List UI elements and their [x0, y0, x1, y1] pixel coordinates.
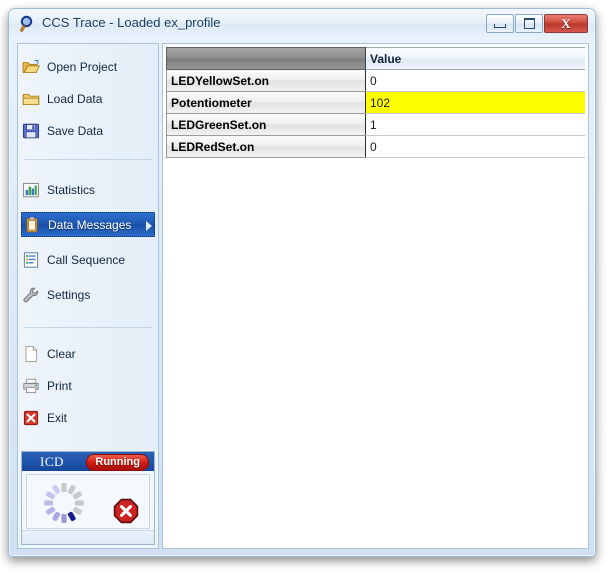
printer-icon [21, 376, 41, 396]
table-row[interactable]: LEDGreenSet.on 1 [166, 113, 585, 136]
list-icon [21, 250, 41, 270]
sidebar-item-label: Print [47, 378, 72, 393]
data-messages-table: Value LEDYellowSet.on 0 Potentiometer 10… [166, 47, 585, 158]
close-button[interactable]: X [544, 14, 588, 33]
stop-button-icon[interactable] [113, 498, 139, 529]
sidebar-item-call-sequence[interactable]: Call Sequence [21, 247, 155, 272]
sidebar-item-label: Load Data [47, 91, 103, 106]
icd-panel-footer [22, 530, 154, 544]
content-panel: Value LEDYellowSet.on 0 Potentiometer 10… [162, 43, 589, 549]
desktop-background: CCS Trace - Loaded ex_profile X Open Pro… [0, 0, 612, 573]
data-messages-table-wrapper[interactable]: Value LEDYellowSet.on 0 Potentiometer 10… [166, 47, 585, 545]
open-folder-icon [21, 57, 41, 77]
sidebar-item-statistics[interactable]: Statistics [21, 177, 155, 202]
sidebar-divider-2 [24, 327, 152, 328]
title-bar: CCS Trace - Loaded ex_profile X [9, 9, 595, 39]
sidebar-item-label: Statistics [47, 182, 96, 197]
window-controls: X [486, 14, 588, 33]
sidebar-item-save-data[interactable]: Save Data [21, 118, 155, 143]
sidebar-item-open-project[interactable]: Open Project [21, 54, 155, 79]
sidebar-divider-1 [24, 159, 152, 160]
sidebar-item-print[interactable]: Print [21, 373, 155, 398]
blank-page-icon [21, 344, 41, 364]
sidebar-nav: Open Project Load Data Save Data Statist… [18, 44, 158, 450]
sidebar-item-label: Call Sequence [47, 252, 126, 267]
icd-panel-body [26, 474, 150, 529]
folder-icon [21, 89, 41, 109]
table-row[interactable]: LEDYellowSet.on 0 [166, 69, 585, 92]
magnifier-icon [19, 15, 37, 33]
table-header-row: Value [166, 47, 585, 70]
sidebar-item-label: Data Messages [48, 217, 132, 232]
minimize-button[interactable] [486, 14, 514, 33]
row-label: LEDRedSet.on [166, 135, 366, 158]
icd-panel: ICD Running [21, 451, 155, 545]
row-value[interactable]: 102 [365, 91, 585, 114]
sidebar-item-clear[interactable]: Clear [21, 341, 155, 366]
row-label: Potentiometer [166, 91, 366, 114]
column-header-value[interactable]: Value [365, 47, 585, 70]
table-row[interactable]: LEDRedSet.on 0 [166, 135, 585, 158]
sidebar-item-label: Settings [47, 287, 91, 302]
sidebar-item-label: Clear [47, 346, 76, 361]
table-row[interactable]: Potentiometer 102 [166, 91, 585, 114]
maximize-button[interactable] [515, 14, 543, 33]
loading-spinner-icon [39, 478, 89, 533]
sidebar: Open Project Load Data Save Data Statist… [17, 43, 159, 549]
sidebar-item-exit[interactable]: Exit [21, 405, 155, 430]
application-window: CCS Trace - Loaded ex_profile X Open Pro… [8, 8, 596, 557]
red-x-icon [21, 408, 41, 428]
sidebar-item-settings[interactable]: Settings [21, 282, 155, 307]
status-badge: Running [86, 454, 149, 471]
column-header-name[interactable] [166, 47, 366, 70]
floppy-disk-icon [21, 121, 41, 141]
wrench-icon [21, 285, 41, 305]
row-value[interactable]: 1 [365, 113, 585, 136]
row-label: LEDGreenSet.on [166, 113, 366, 136]
clipboard-icon [22, 215, 42, 235]
client-area: Open Project Load Data Save Data Statist… [14, 39, 592, 553]
icd-panel-header: ICD Running [22, 452, 154, 471]
row-label: LEDYellowSet.on [166, 69, 366, 92]
sidebar-item-label: Save Data [47, 123, 104, 138]
sidebar-item-data-messages[interactable]: Data Messages [21, 212, 155, 237]
sidebar-item-load-data[interactable]: Load Data [21, 86, 155, 111]
sidebar-item-label: Exit [47, 410, 68, 425]
icd-title: ICD [40, 453, 64, 469]
row-value[interactable]: 0 [365, 135, 585, 158]
bar-chart-icon [21, 180, 41, 200]
window-title: CCS Trace - Loaded ex_profile [42, 15, 221, 30]
sidebar-item-label: Open Project [47, 59, 118, 74]
row-value[interactable]: 0 [365, 69, 585, 92]
